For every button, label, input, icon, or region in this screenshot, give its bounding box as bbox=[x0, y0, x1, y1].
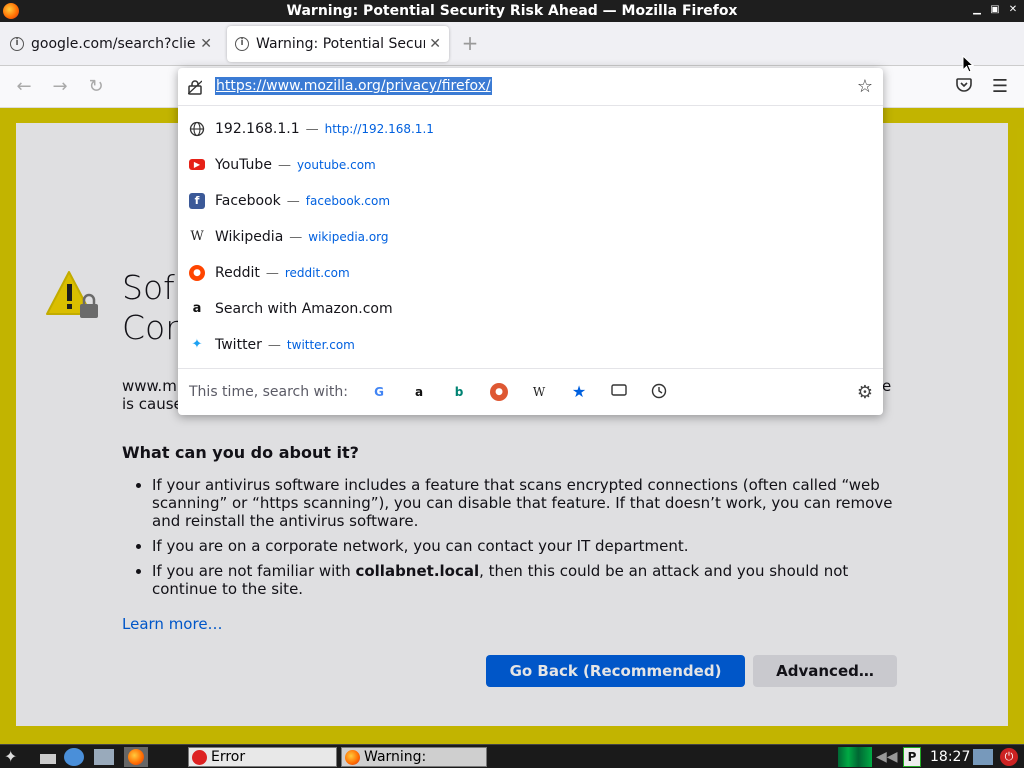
star-icon[interactable]: ☆ bbox=[857, 76, 873, 97]
tab-label: google.com/search?client bbox=[31, 36, 197, 52]
suggestion-text: Wikipedia — wikipedia.org bbox=[215, 229, 389, 245]
system-taskbar: ✦ Error Warning: Potenti... ◀◀ P 18:27 ⏻ bbox=[0, 744, 1024, 768]
facebook-icon: f bbox=[189, 193, 205, 209]
pocket-icon[interactable] bbox=[953, 76, 975, 98]
window-title: Warning: Potential Security Risk Ahead —… bbox=[286, 3, 738, 19]
suggestion-youtube[interactable]: ▶ YouTube — youtube.com bbox=[178, 147, 883, 183]
tab-google-search[interactable]: i google.com/search?client ✕ bbox=[2, 26, 220, 62]
wikipedia-icon: W bbox=[190, 229, 204, 244]
new-tab-button[interactable]: + bbox=[458, 32, 482, 56]
suggestion-twitter[interactable]: ✦ Twitter — twitter.com bbox=[178, 327, 883, 363]
url-input[interactable]: https://www.mozilla.org/privacy/firefox/ bbox=[215, 77, 492, 95]
reload-icon[interactable]: ↻ bbox=[85, 76, 107, 98]
urlbar-dropdown: https://www.mozilla.org/privacy/firefox/… bbox=[178, 68, 883, 415]
info-icon: i bbox=[235, 37, 249, 51]
history-clock-icon[interactable] bbox=[650, 383, 668, 401]
suggestion-text: YouTube — youtube.com bbox=[215, 157, 376, 173]
suggestion-text: Facebook — facebook.com bbox=[215, 193, 391, 209]
firefox-launcher-icon[interactable] bbox=[124, 747, 148, 767]
cpu-monitor-icon bbox=[838, 747, 872, 767]
amazon-icon[interactable]: a bbox=[410, 383, 428, 401]
suggestion-url: youtube.com bbox=[296, 158, 376, 172]
suggestion-url: reddit.com bbox=[284, 266, 350, 280]
suggestion-text: Twitter — twitter.com bbox=[215, 337, 355, 353]
network-icon[interactable] bbox=[64, 748, 84, 766]
bookmarks-star-icon[interactable]: ★ bbox=[570, 383, 588, 401]
suggestion-text: 192.168.1.1— http://192.168.1.1 bbox=[215, 121, 434, 137]
close-window-button[interactable]: ✕ bbox=[1006, 3, 1020, 17]
taskbar-window-label: Error bbox=[211, 749, 246, 765]
search-with-label: This time, search with: bbox=[189, 384, 348, 400]
globe-icon bbox=[189, 121, 205, 137]
gear-icon[interactable]: ⚙ bbox=[857, 382, 873, 403]
duckduckgo-icon[interactable]: ● bbox=[490, 383, 508, 401]
lock-icon[interactable] bbox=[187, 79, 204, 95]
info-icon: i bbox=[10, 37, 24, 51]
error-icon bbox=[192, 750, 207, 765]
p-tray-icon[interactable]: P bbox=[903, 747, 921, 767]
taskbar-window-error[interactable]: Error bbox=[188, 747, 337, 767]
tab-label: Warning: Potential Securi bbox=[256, 36, 426, 52]
maximize-button[interactable]: ▣ bbox=[988, 3, 1002, 17]
user-tray-icon[interactable] bbox=[973, 749, 993, 765]
minimize-button[interactable]: ▁ bbox=[970, 3, 984, 17]
mouse-cursor-icon bbox=[962, 55, 974, 73]
suggestion-title: YouTube bbox=[215, 157, 272, 173]
volume-icon[interactable]: ◀◀ bbox=[876, 747, 898, 767]
tabs-icon[interactable] bbox=[610, 383, 628, 401]
suggestion-title: Search with Amazon.com bbox=[215, 301, 393, 317]
suggestion-title: Reddit bbox=[215, 265, 260, 281]
forward-arrow-icon[interactable]: → bbox=[49, 76, 71, 98]
suggestion-reddit[interactable]: ● Reddit — reddit.com bbox=[178, 255, 883, 291]
youtube-icon: ▶ bbox=[189, 159, 205, 170]
suggestion-url: facebook.com bbox=[305, 194, 391, 208]
power-icon[interactable]: ⏻ bbox=[1000, 748, 1018, 766]
bing-icon[interactable]: b bbox=[450, 383, 468, 401]
firefox-app-icon bbox=[3, 3, 19, 19]
wikipedia-icon[interactable]: W bbox=[530, 383, 548, 401]
tab-close-icon[interactable]: ✕ bbox=[429, 36, 441, 52]
suggestion-search-amazon[interactable]: a Search with Amazon.com bbox=[178, 291, 883, 327]
reddit-icon: ● bbox=[189, 265, 205, 281]
window-titlebar: Warning: Potential Security Risk Ahead —… bbox=[0, 0, 1024, 22]
twitter-icon: ✦ bbox=[191, 337, 203, 352]
firefox-icon bbox=[345, 750, 360, 765]
suggestion-url: wikipedia.org bbox=[308, 230, 389, 244]
suggestion-url: twitter.com bbox=[286, 338, 355, 352]
show-desktop-icon[interactable] bbox=[40, 754, 56, 764]
amazon-icon: a bbox=[192, 301, 202, 316]
tab-security-warning[interactable]: i Warning: Potential Securi ✕ bbox=[227, 26, 449, 62]
url-bar[interactable]: https://www.mozilla.org/privacy/firefox/… bbox=[178, 68, 883, 106]
suggestion-title: Twitter bbox=[215, 337, 262, 353]
suggestion-192-168-1-1[interactable]: 192.168.1.1— http://192.168.1.1 bbox=[178, 111, 883, 147]
start-menu-icon[interactable]: ✦ bbox=[4, 747, 30, 767]
suggestion-title: Wikipedia bbox=[215, 229, 284, 245]
suggestion-wikipedia[interactable]: W Wikipedia — wikipedia.org bbox=[178, 219, 883, 255]
suggestion-facebook[interactable]: f Facebook — facebook.com bbox=[178, 183, 883, 219]
suggestion-url: http://192.168.1.1 bbox=[324, 122, 434, 136]
google-icon[interactable]: G bbox=[370, 383, 388, 401]
hamburger-menu-icon[interactable]: ☰ bbox=[989, 76, 1011, 98]
tab-close-icon[interactable]: ✕ bbox=[200, 36, 212, 52]
suggestion-title: 192.168.1.1 bbox=[215, 121, 300, 137]
suggestion-text: Reddit — reddit.com bbox=[215, 265, 350, 281]
clock: 18:27 bbox=[930, 749, 971, 765]
one-off-search-bar: This time, search with: G a b ● W ★ ⚙ bbox=[178, 368, 883, 415]
taskbar-window-label: Warning: Potenti... bbox=[364, 749, 427, 768]
suggestion-title: Facebook bbox=[215, 193, 281, 209]
file-manager-icon[interactable] bbox=[94, 749, 114, 765]
tab-strip: i google.com/search?client ✕ i Warning: … bbox=[0, 22, 1024, 66]
taskbar-window-firefox[interactable]: Warning: Potenti... bbox=[341, 747, 487, 768]
back-arrow-icon[interactable]: ← bbox=[13, 76, 35, 98]
